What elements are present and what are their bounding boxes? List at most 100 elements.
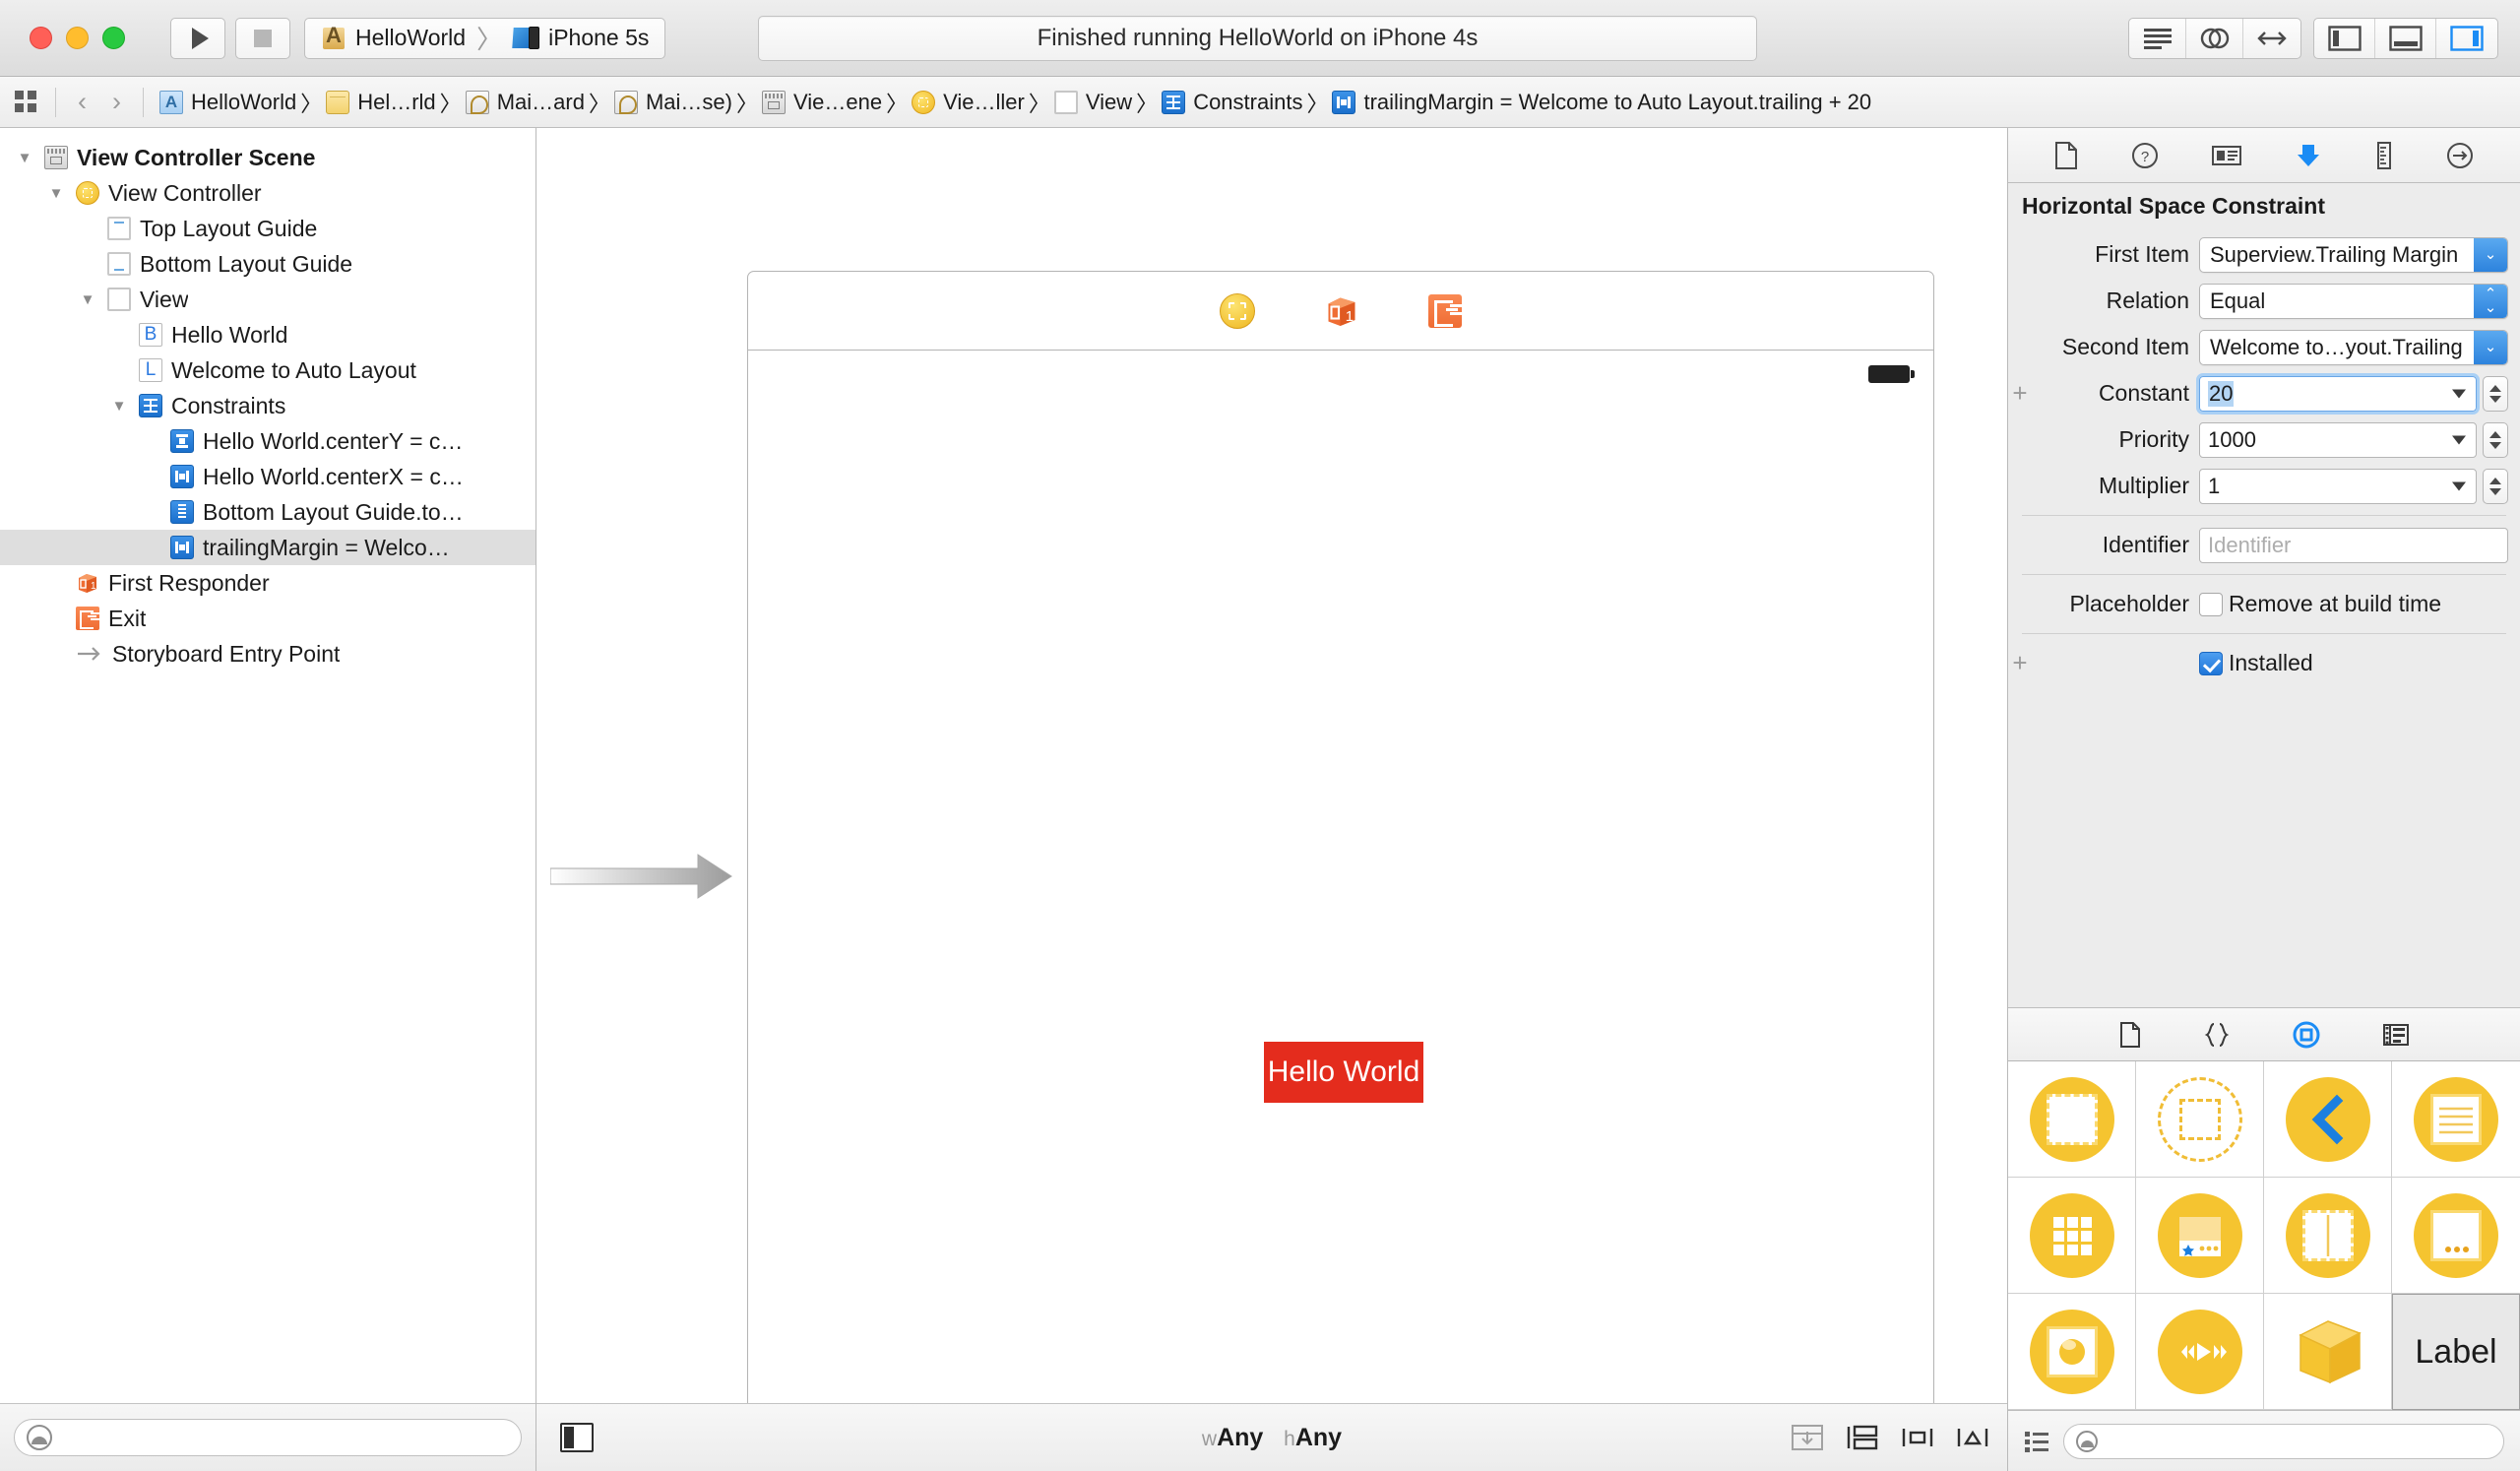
minimize-button[interactable] bbox=[66, 27, 89, 49]
outline-row-view-controller[interactable]: ▼ View Controller bbox=[0, 175, 536, 211]
debug-area-toggle-button[interactable] bbox=[2375, 18, 2436, 58]
related-items-icon[interactable] bbox=[14, 89, 43, 116]
constant-stepper[interactable] bbox=[2483, 375, 2508, 412]
run-button[interactable] bbox=[170, 17, 225, 59]
add-variation-icon[interactable]: + bbox=[2008, 378, 2032, 409]
view-controller-icon[interactable] bbox=[1220, 292, 1255, 329]
outline-row-first-responder[interactable]: ▼ 1 First Responder bbox=[0, 565, 536, 601]
stop-button[interactable] bbox=[235, 17, 290, 59]
back-button[interactable]: ‹ bbox=[78, 87, 87, 117]
outline-filter-input[interactable] bbox=[61, 1426, 509, 1449]
editor-mode-segmented-control[interactable] bbox=[2128, 17, 2301, 59]
code-snippet-library-tab[interactable] bbox=[2203, 1021, 2231, 1049]
quick-help-inspector-tab[interactable]: ? bbox=[2130, 141, 2160, 170]
disclosure-triangle[interactable]: ▼ bbox=[45, 185, 67, 202]
breadcrumb-item-storyboard-base[interactable]: Mai…se) bbox=[610, 90, 736, 115]
multiplier-field[interactable]: 1 bbox=[2199, 468, 2477, 504]
view-controller-scene[interactable]: 1 Hello World Welcome to Auto Layout bbox=[747, 271, 1934, 1403]
breadcrumb-item-constraint[interactable]: trailingMargin = Welcome to Auto Layout.… bbox=[1328, 90, 1875, 115]
priority-stepper[interactable] bbox=[2483, 421, 2508, 458]
remove-at-build-time-checkbox[interactable] bbox=[2199, 592, 2223, 616]
outline-row-scene[interactable]: ▼ View Controller Scene bbox=[0, 140, 536, 175]
library-item-avkit-player-controller[interactable] bbox=[2136, 1294, 2264, 1410]
library-search-field[interactable] bbox=[2063, 1423, 2504, 1459]
file-template-library-tab[interactable] bbox=[2118, 1021, 2142, 1049]
library-item-page-view-controller[interactable] bbox=[2392, 1178, 2520, 1294]
update-frames-button[interactable] bbox=[1791, 1423, 1824, 1452]
assistant-editor-button[interactable] bbox=[2186, 18, 2243, 58]
add-variation-icon[interactable]: + bbox=[2008, 648, 2032, 678]
attributes-inspector-tab[interactable] bbox=[2294, 141, 2323, 170]
breadcrumb-item-view-controller[interactable]: Vie…ller bbox=[908, 90, 1029, 115]
library-item-glkit-view-controller[interactable] bbox=[2008, 1294, 2136, 1410]
breadcrumb-item-view[interactable]: View bbox=[1050, 90, 1136, 115]
disclosure-triangle[interactable]: ▼ bbox=[14, 150, 35, 166]
breadcrumb-item-project[interactable]: HelloWorld bbox=[156, 90, 300, 115]
outline-row-welcome-label[interactable]: ▼ Welcome to Auto Layout bbox=[0, 352, 536, 388]
breadcrumb-item-storyboard[interactable]: Mai…ard bbox=[462, 90, 589, 115]
disclosure-triangle[interactable]: ▼ bbox=[77, 291, 98, 308]
close-button[interactable] bbox=[30, 27, 52, 49]
library-search-input[interactable] bbox=[2106, 1430, 2491, 1452]
multiplier-stepper[interactable] bbox=[2483, 468, 2508, 504]
forward-button[interactable]: › bbox=[112, 87, 121, 117]
align-button[interactable] bbox=[1901, 1423, 1934, 1452]
library-item-storyboard-reference[interactable] bbox=[2136, 1061, 2264, 1178]
first-item-popup[interactable]: Superview.Trailing Margin ⌄ bbox=[2199, 236, 2508, 273]
zoom-button[interactable] bbox=[102, 27, 125, 49]
outline-row-constraint-bottom-guide[interactable]: ▼ Bottom Layout Guide.to… bbox=[0, 494, 536, 530]
library-item-label[interactable]: Label bbox=[2392, 1294, 2520, 1410]
identity-inspector-tab[interactable] bbox=[2211, 143, 2242, 168]
outline-row-constraints[interactable]: ▼ Constraints bbox=[0, 388, 536, 423]
file-inspector-tab[interactable] bbox=[2053, 141, 2079, 170]
utilities-toggle-button[interactable] bbox=[2436, 19, 2497, 58]
outline-row-constraint-centery[interactable]: ▼ Hello World.centerY = c… bbox=[0, 423, 536, 459]
library-item-table-view-controller[interactable] bbox=[2392, 1061, 2520, 1178]
library-item-navigation-controller[interactable] bbox=[2264, 1061, 2392, 1178]
breadcrumb-item-folder[interactable]: Hel…rld bbox=[322, 90, 439, 115]
outline-row-exit[interactable]: ▼ Exit bbox=[0, 601, 536, 636]
view-toggles-segmented-control[interactable] bbox=[2313, 17, 2498, 59]
breadcrumb-item-scene[interactable]: Vie…ene bbox=[758, 90, 886, 115]
outline-row-constraint-trailing-margin[interactable]: ▼ trailingMargin = Welco… bbox=[0, 530, 536, 565]
identifier-field[interactable]: Identifier bbox=[2199, 527, 2508, 563]
document-outline-toggle-button[interactable] bbox=[560, 1423, 594, 1452]
library-item-collection-view-controller[interactable] bbox=[2008, 1178, 2136, 1294]
navigator-toggle-button[interactable] bbox=[2314, 18, 2375, 58]
hello-world-button[interactable]: Hello World bbox=[1264, 1042, 1423, 1103]
outline-filter-field[interactable] bbox=[14, 1419, 522, 1456]
installed-checkbox[interactable] bbox=[2199, 651, 2223, 675]
size-inspector-tab[interactable] bbox=[2374, 141, 2394, 170]
disclosure-triangle[interactable]: ▼ bbox=[108, 398, 130, 415]
stack-button[interactable] bbox=[1846, 1423, 1879, 1452]
library-view-mode-icon[interactable] bbox=[2024, 1430, 2049, 1453]
outline-row-storyboard-entry-point[interactable]: ▼ Storyboard Entry Point bbox=[0, 636, 536, 672]
chevron-down-icon[interactable] bbox=[2452, 389, 2466, 398]
chevron-down-icon[interactable] bbox=[2452, 481, 2466, 490]
priority-field[interactable]: 1000 bbox=[2199, 421, 2477, 458]
storyboard-canvas[interactable]: 1 Hello World Welcome to Auto Layout bbox=[536, 128, 2007, 1403]
library-item-tab-bar-controller[interactable] bbox=[2136, 1178, 2264, 1294]
exit-icon[interactable] bbox=[1428, 293, 1462, 328]
second-item-popup[interactable]: Welcome to…yout.Trailing ⌄ bbox=[2199, 329, 2508, 365]
library-item-view-controller[interactable] bbox=[2008, 1061, 2136, 1178]
object-library-tab[interactable] bbox=[2292, 1020, 2321, 1050]
library-item-object[interactable] bbox=[2264, 1294, 2392, 1410]
outline-row-top-layout-guide[interactable]: ▼ Top Layout Guide bbox=[0, 211, 536, 246]
outline-row-hello-world-button[interactable]: ▼ Hello World bbox=[0, 317, 536, 352]
first-responder-icon[interactable]: 1 bbox=[1324, 293, 1359, 329]
library-item-split-view-controller[interactable] bbox=[2264, 1178, 2392, 1294]
relation-popup[interactable]: Equal ⌃ ⌄ bbox=[2199, 283, 2508, 319]
breadcrumb-item-constraints[interactable]: Constraints bbox=[1158, 90, 1306, 115]
scheme-selector[interactable]: HelloWorld 〉 iPhone 5s bbox=[304, 17, 666, 59]
outline-row-bottom-layout-guide[interactable]: ▼ Bottom Layout Guide bbox=[0, 246, 536, 282]
constant-field[interactable]: 20 bbox=[2196, 372, 2480, 415]
chevron-down-icon[interactable] bbox=[2452, 435, 2466, 444]
outline-row-constraint-centerx[interactable]: ▼ Hello World.centerX = c… bbox=[0, 459, 536, 494]
connections-inspector-tab[interactable] bbox=[2445, 141, 2475, 170]
media-library-tab[interactable] bbox=[2382, 1023, 2410, 1047]
standard-editor-button[interactable] bbox=[2129, 18, 2186, 58]
version-editor-button[interactable] bbox=[2243, 19, 2300, 58]
pin-button[interactable] bbox=[1956, 1423, 1989, 1452]
size-class-indicator[interactable]: wAny hAny bbox=[1202, 1424, 1342, 1452]
